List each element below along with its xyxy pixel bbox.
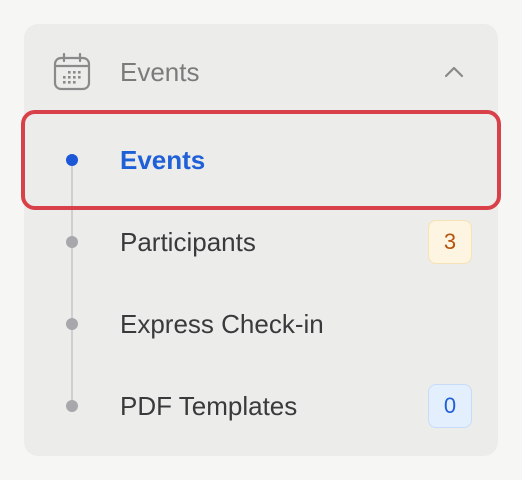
- sidebar-item-label: Events: [120, 145, 206, 175]
- sidebar-item-participants[interactable]: Participants 3: [24, 202, 498, 282]
- calendar-icon: [53, 52, 91, 91]
- participants-count-badge: 3: [428, 220, 472, 264]
- sidebar-item-label: Express Check-in: [120, 309, 324, 339]
- nav-group-header-events[interactable]: Events: [24, 24, 498, 120]
- sidebar-item-label: PDF Templates: [120, 391, 298, 421]
- sidebar-item-pdf-templates[interactable]: PDF Templates 0: [24, 366, 498, 446]
- bullet-dot-icon: [66, 236, 78, 248]
- bullet-dot-icon: [66, 400, 78, 412]
- chevron-up-icon[interactable]: [442, 60, 466, 84]
- sidebar-item-label: Participants: [120, 227, 256, 257]
- sidebar-nav-group: Events Events Participants 3 Express Che…: [24, 24, 498, 456]
- pdf-templates-count-badge: 0: [428, 384, 472, 428]
- bullet-dot-icon: [66, 318, 78, 330]
- active-dot-icon: [66, 154, 78, 166]
- sidebar-item-express-check-in[interactable]: Express Check-in: [24, 284, 498, 364]
- sidebar-item-events[interactable]: Events: [24, 120, 498, 200]
- nav-group-title: Events: [120, 57, 200, 87]
